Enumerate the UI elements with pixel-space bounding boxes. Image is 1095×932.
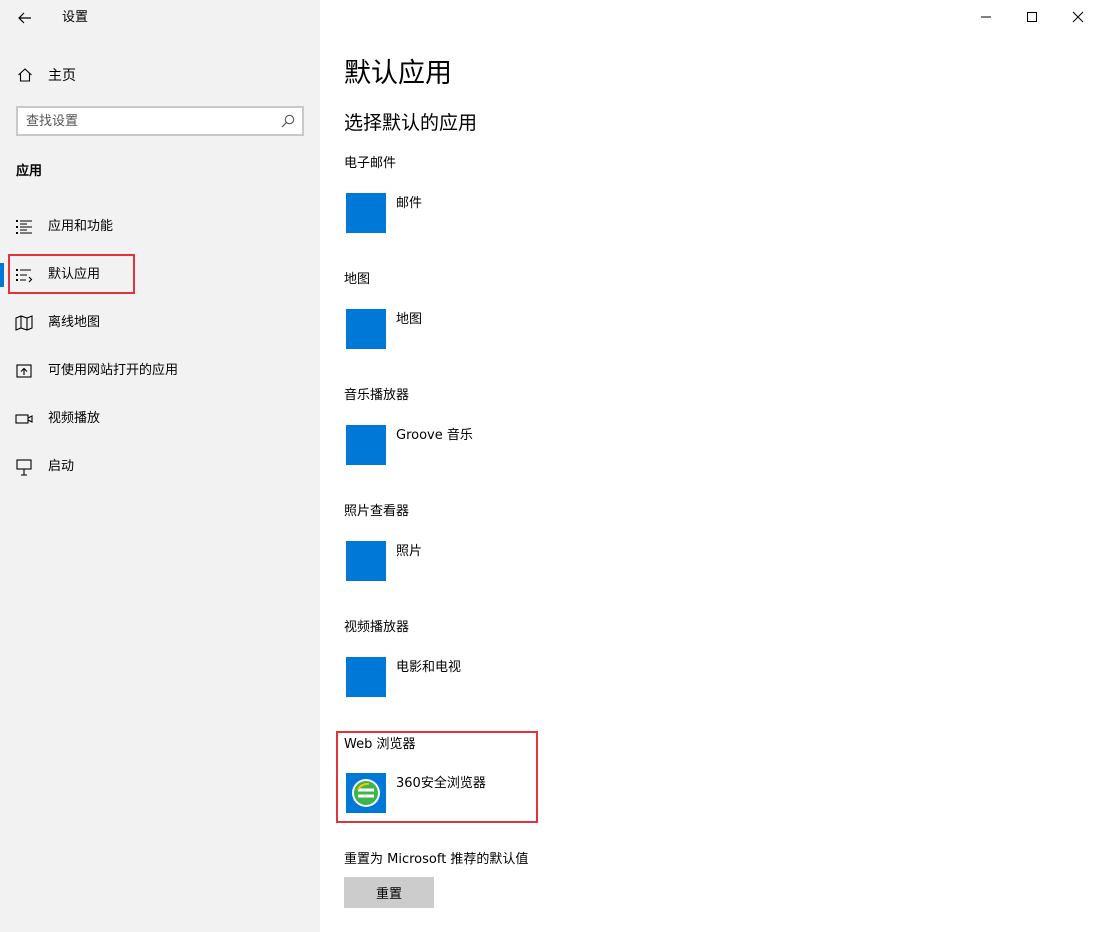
maximize-icon	[1027, 12, 1037, 22]
apps-for-websites-icon	[15, 362, 33, 380]
window-title: 设置	[62, 10, 89, 25]
apps-features-icon	[15, 218, 33, 236]
default-app-photo-viewer[interactable]: 照片	[346, 541, 646, 581]
default-app-video-player[interactable]: 电影和电视	[346, 657, 646, 697]
maps-app-icon	[346, 309, 386, 349]
reset-button[interactable]: 重置	[344, 877, 434, 908]
back-arrow-icon	[18, 12, 31, 24]
default-app-email[interactable]: 邮件	[346, 193, 646, 233]
sidebar-item-label: 离线地图	[48, 315, 101, 330]
search-input[interactable]	[26, 112, 276, 130]
category-label: 电子邮件	[344, 156, 397, 171]
sidebar-item-label: 启动	[48, 459, 75, 474]
default-apps-icon	[15, 266, 33, 284]
default-app-web-browser[interactable]: 360安全浏览器	[346, 773, 646, 813]
default-app-maps[interactable]: 地图	[346, 309, 646, 349]
app-name: 电影和电视	[396, 660, 462, 675]
app-name: Groove 音乐	[396, 428, 473, 443]
category-label: 音乐播放器	[344, 388, 410, 403]
sidebar-item-apps-features[interactable]: 应用和功能	[0, 207, 320, 247]
app-name: 地图	[396, 312, 423, 327]
category-label: 视频播放器	[344, 620, 410, 635]
sidebar-section-heading: 应用	[16, 164, 43, 179]
sidebar-item-label: 主页	[48, 68, 76, 84]
sidebar-item-default-apps[interactable]: 默认应用	[0, 255, 320, 295]
app-name: 邮件	[396, 196, 423, 211]
sidebar-item-label: 默认应用	[48, 267, 101, 282]
default-app-music-player[interactable]: Groove 音乐	[346, 425, 646, 465]
main-content: 默认应用 选择默认的应用 电子邮件 邮件 地图 地图 音乐播放器 Groove …	[320, 0, 1095, 932]
groove-music-app-icon	[346, 425, 386, 465]
reset-label: 重置为 Microsoft 推荐的默认值	[344, 852, 529, 867]
photos-app-icon	[346, 541, 386, 581]
home-icon	[16, 66, 34, 84]
sidebar-item-startup[interactable]: 启动	[0, 447, 320, 487]
sidebar-item-label: 可使用网站打开的应用	[48, 363, 179, 378]
360-browser-app-icon	[346, 773, 386, 813]
close-button[interactable]	[1055, 0, 1095, 34]
sidebar-item-apps-for-websites[interactable]: 可使用网站打开的应用	[0, 351, 320, 391]
video-playback-icon	[15, 410, 33, 428]
back-button[interactable]	[14, 7, 36, 29]
app-name: 360安全浏览器	[396, 776, 486, 791]
offline-maps-icon	[15, 314, 33, 332]
sidebar-item-video-playback[interactable]: 视频播放	[0, 399, 320, 439]
sidebar-item-label: 视频播放	[48, 411, 101, 426]
search-box[interactable]	[16, 106, 304, 136]
sidebar-item-label: 应用和功能	[48, 219, 114, 234]
maximize-button[interactable]	[1009, 0, 1055, 34]
mail-app-icon	[346, 193, 386, 233]
search-icon[interactable]	[280, 113, 296, 129]
page-subtitle: 选择默认的应用	[344, 112, 478, 134]
sidebar-item-offline-maps[interactable]: 离线地图	[0, 303, 320, 343]
startup-icon	[15, 458, 33, 476]
close-icon	[1072, 11, 1084, 23]
category-label: 照片查看器	[344, 504, 410, 519]
app-name: 照片	[396, 544, 423, 559]
category-label: Web 浏览器	[344, 737, 416, 752]
minimize-button[interactable]	[963, 0, 1009, 34]
minimize-icon	[981, 16, 991, 18]
category-label: 地图	[344, 272, 371, 287]
sidebar: 设置 主页 应用 应用和功能	[0, 0, 320, 932]
page-title: 默认应用	[344, 58, 452, 89]
movies-tv-app-icon	[346, 657, 386, 697]
sidebar-item-home[interactable]: 主页	[16, 64, 76, 86]
